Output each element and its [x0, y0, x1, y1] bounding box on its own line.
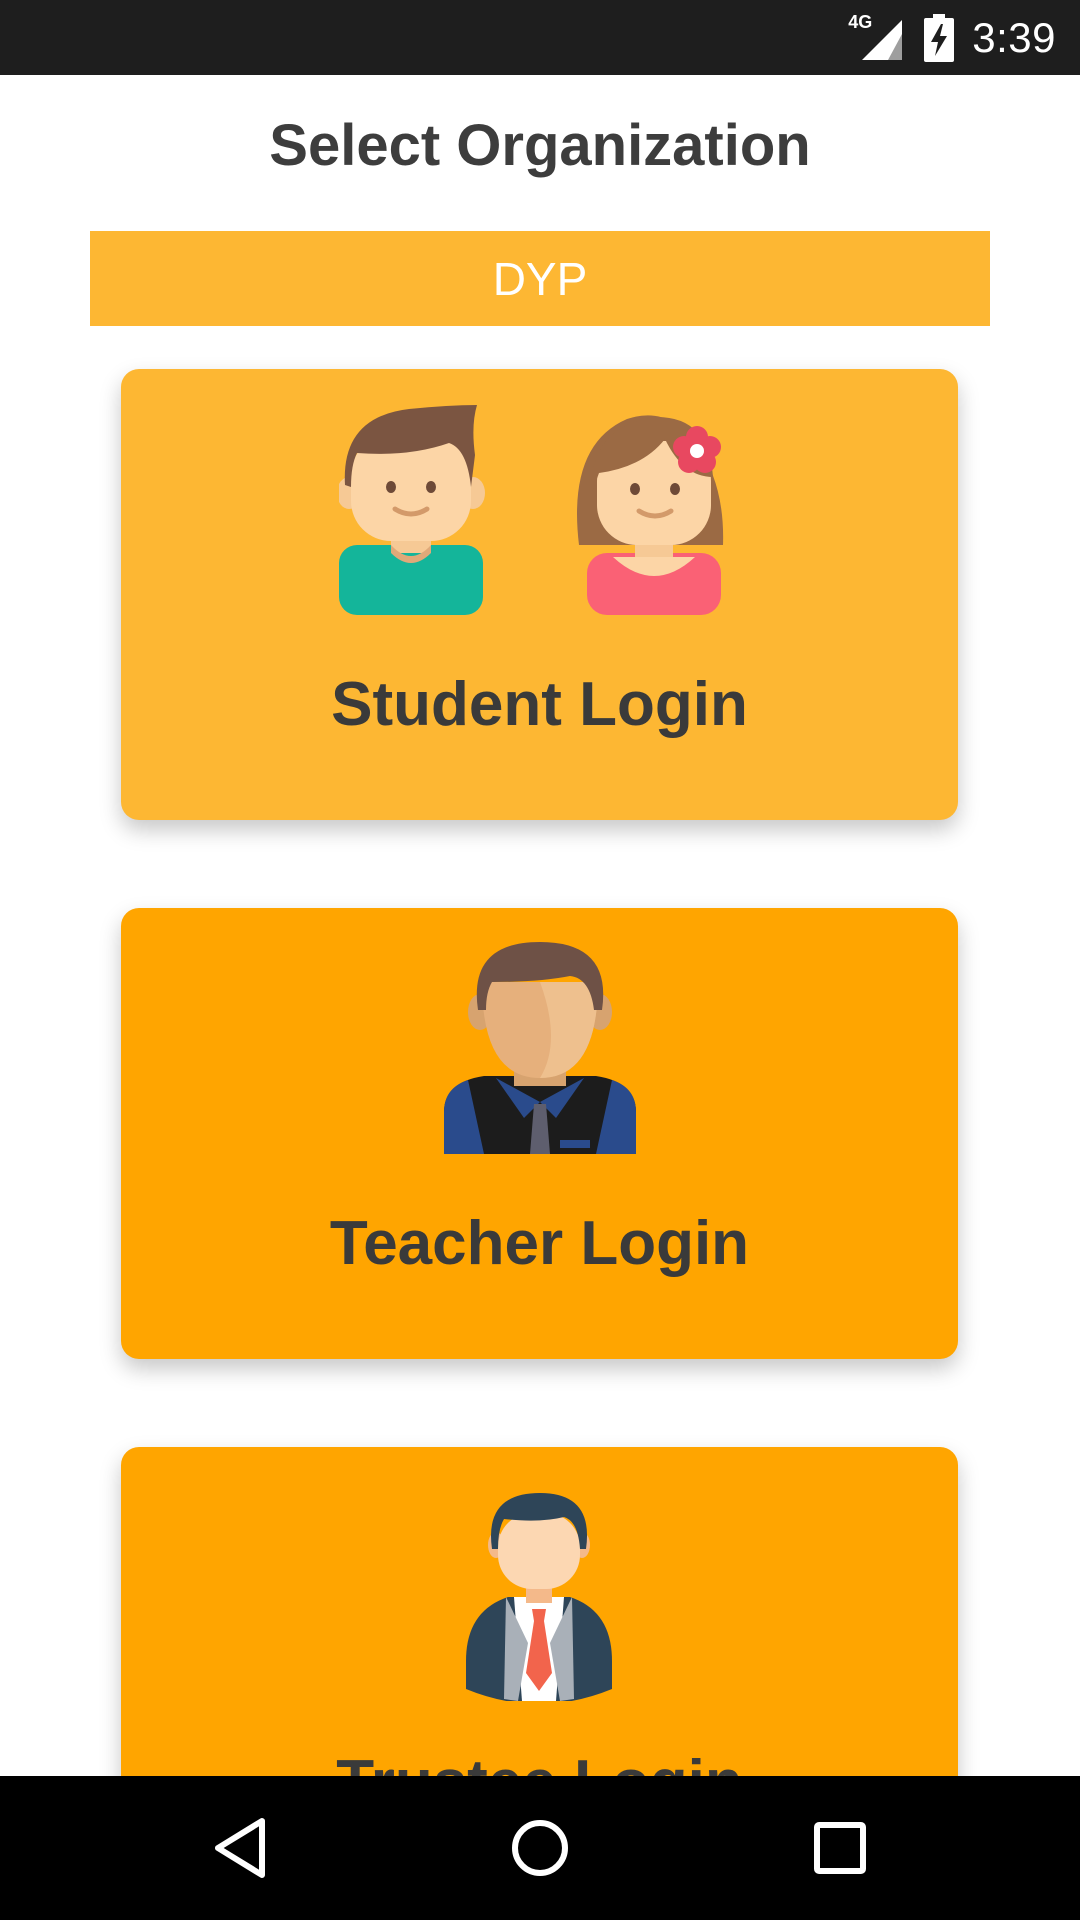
- student-login-card[interactable]: Student Login: [121, 369, 958, 820]
- battery-charging-icon: [924, 13, 955, 62]
- student-login-label: Student Login: [331, 670, 748, 739]
- status-bar: 4G 3:39: [0, 0, 1080, 75]
- trustee-icon: [466, 1493, 612, 1701]
- teacher-icon: [444, 942, 636, 1154]
- recents-icon: [814, 1822, 866, 1874]
- back-button[interactable]: [160, 1776, 320, 1920]
- status-icons: 4G 3:39: [848, 0, 1056, 75]
- teacher-login-card[interactable]: Teacher Login: [121, 908, 958, 1359]
- recents-button[interactable]: [760, 1776, 920, 1920]
- home-button[interactable]: [460, 1776, 620, 1920]
- network-type-label: 4G: [848, 11, 873, 32]
- organization-selector[interactable]: DYP: [90, 231, 990, 326]
- home-icon: [512, 1820, 568, 1876]
- students-icon: [339, 405, 724, 615]
- page-title: Select Organization: [269, 113, 811, 178]
- organization-name: DYP: [492, 252, 588, 305]
- signal-icon: 4G: [848, 12, 906, 60]
- clock: 3:39: [972, 13, 1056, 61]
- navigation-bar: [0, 1776, 1080, 1920]
- teacher-login-label: Teacher Login: [329, 1209, 750, 1278]
- back-icon: [215, 1818, 265, 1878]
